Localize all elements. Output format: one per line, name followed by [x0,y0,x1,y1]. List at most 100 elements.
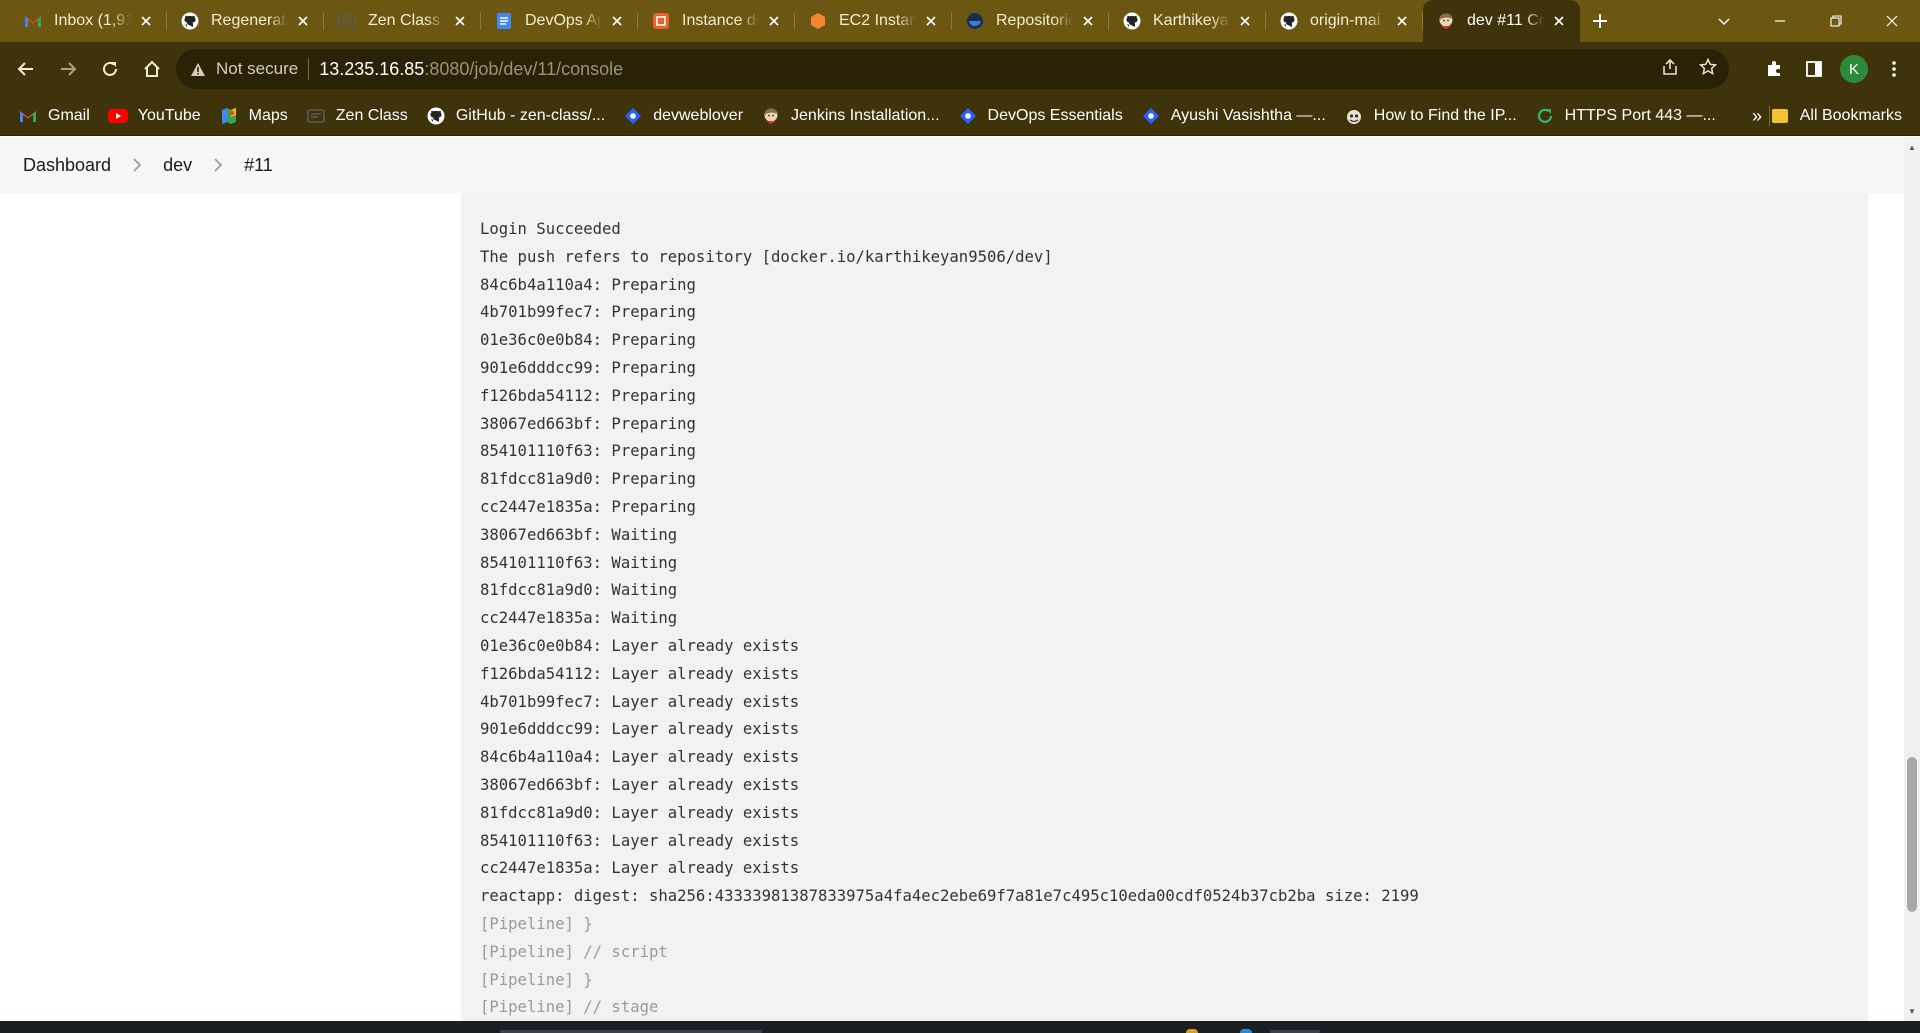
zen-class-icon [338,12,356,30]
pipeline-log-line: [Pipeline] } [480,914,593,933]
console-line: reactapp: digest: sha256:433339813878339… [480,887,1419,906]
bookmark-item[interactable]: Maps [219,106,288,126]
close-tab-icon[interactable] [294,12,312,30]
console-line: 38067ed663bf: Preparing [480,414,696,433]
tab[interactable]: Regenerate [167,0,324,42]
console-line: cc2447e1835a: Waiting [480,609,678,628]
bookmark-item[interactable]: GitHub - zen-class/... [426,106,605,126]
url-host: 13.235.16.85 [319,58,425,79]
console-line: 4b701b99fec7: Layer already exists [480,692,800,711]
breadcrumb-item[interactable]: #11 [244,155,273,176]
address-separator [308,58,310,80]
tab-title: Instance de [682,12,759,29]
youtube-icon [107,106,128,126]
bookmark-item[interactable]: devweblover [623,106,743,126]
bookmark-item[interactable]: DevOps Essentials [958,106,1123,126]
close-tab-icon[interactable] [922,12,940,30]
close-tab-icon[interactable] [137,12,155,30]
bookmark-label: DevOps Essentials [987,106,1123,124]
bookmark-label: devweblover [653,106,744,124]
bookmark-label: Gmail [48,106,90,124]
share-icon[interactable] [1661,58,1679,81]
github-icon [1280,12,1298,30]
home-button[interactable] [132,49,172,89]
bookmark-label: Jenkins Installation... [791,106,940,124]
folder-icon [1771,109,1788,123]
close-tab-icon[interactable] [765,12,783,30]
tab-search-icon[interactable] [1696,0,1752,42]
close-tab-icon[interactable] [1079,12,1097,30]
url-text[interactable]: 13.235.16.85:8080/job/dev/11/console [319,59,623,80]
taskbar-app-icon[interactable] [1240,1029,1252,1033]
console-line: 854101110f63: Preparing [480,442,696,461]
profile-button[interactable]: K [1834,49,1874,89]
close-tab-icon[interactable] [608,12,626,30]
scrollbar-thumb[interactable] [1907,757,1917,912]
bookmark-item[interactable]: HTTPS Port 443 —... [1535,106,1716,126]
jenkins-icon [761,106,781,126]
bookmark-label: YouTube [137,106,201,124]
tab[interactable]: Repositorie [952,0,1109,42]
close-tab-icon[interactable] [1236,12,1254,30]
menu-icon[interactable] [1874,49,1914,89]
scroll-down-arrow-icon[interactable]: ▼ [1904,1003,1920,1019]
bookmark-item[interactable]: Ayushi Vasishtha —... [1141,106,1326,126]
console-output-panel: Login Succeeded The push refers to reposi… [461,193,1868,1021]
tab-strip: Inbox (1,91 Regenerate Zen Class DevOps Ap I… [0,0,1920,42]
minimize-icon[interactable] [1752,0,1808,42]
console-line: f126bda54112: Preparing [480,386,696,405]
ec2-icon [809,12,827,30]
hashnode-icon [1141,106,1161,126]
address-bar[interactable]: Not secure 13.235.16.85:8080/job/dev/11/… [176,49,1729,89]
tab[interactable]: Zen Class [324,0,481,42]
chevron-right-icon [214,158,223,172]
new-tab-icon[interactable] [1580,0,1620,42]
security-indicator[interactable]: Not secure [190,59,298,79]
scroll-up-arrow-icon[interactable]: ▲ [1904,139,1920,155]
console-line: The push refers to repository [docker.io… [480,247,1053,266]
side-panel-icon[interactable] [1794,49,1834,89]
warning-icon [191,62,205,76]
chevron-right-icon [133,158,142,172]
bookmark-item[interactable]: How to Find the IP... [1344,106,1517,126]
tab-title: Regenerate [211,12,288,29]
tab[interactable]: DevOps Ap [481,0,638,42]
bookmarks-divider [1769,106,1770,126]
console-line: Login Succeeded [480,220,621,238]
tab[interactable]: EC2 Instanc [795,0,952,42]
tab-active[interactable]: dev #11 Co [1423,0,1580,42]
back-button[interactable] [6,49,46,89]
console-line: 01e36c0e0b84: Layer already exists [480,636,800,655]
tab[interactable]: origin-mai [1266,0,1423,42]
forward-button[interactable] [48,49,88,89]
bookmark-item[interactable]: YouTube [107,106,201,126]
bookmark-label: Zen Class [335,106,408,124]
tab[interactable]: Instance de [638,0,795,42]
bookmarks-overflow-button[interactable]: » [1752,96,1762,136]
breadcrumb-item[interactable]: Dashboard [23,155,111,176]
console-line: 81fdcc81a9d0: Waiting [480,581,678,600]
close-tab-icon[interactable] [1550,12,1568,30]
breadcrumb: Dashboard dev #11 [0,137,1904,193]
tab[interactable]: Inbox (1,91 [10,0,167,42]
hashnode-icon [958,106,978,126]
extensions-icon[interactable] [1754,49,1794,89]
page-scrollbar[interactable]: ▲ ▼ [1904,137,1920,1021]
reload-button[interactable] [90,49,130,89]
tab[interactable]: Karthikeyan [1109,0,1266,42]
bookmark-item[interactable]: Zen Class [306,106,408,126]
taskbar-app-icon[interactable] [1186,1029,1198,1033]
bookmark-item[interactable]: Gmail [18,106,90,126]
all-bookmarks-label: All Bookmarks [1799,107,1902,124]
tab-title: Zen Class [368,12,441,29]
close-tab-icon[interactable] [1393,12,1411,30]
breadcrumb-item[interactable]: dev [163,155,192,176]
close-tab-icon[interactable] [451,12,469,30]
all-bookmarks-button[interactable]: All Bookmarks [1771,96,1902,136]
close-window-icon[interactable] [1864,0,1920,42]
bookmark-list: Gmail YouTube Maps Zen Class GitHub - zen-cl… [0,96,1716,136]
bookmark-item[interactable]: Jenkins Installation... [761,106,940,126]
document-icon [495,12,513,30]
bookmark-star-icon[interactable] [1698,57,1718,81]
restore-icon[interactable] [1808,0,1864,42]
